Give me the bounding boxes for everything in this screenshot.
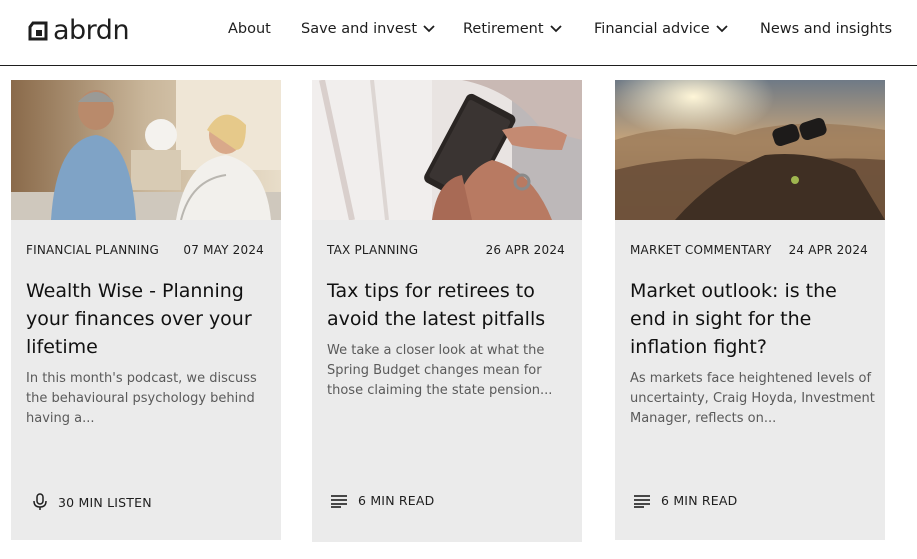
nav-news-and-insights-label: News and insights: [760, 21, 893, 37]
article-card-wealth-wise[interactable]: FINANCIAL PLANNING 07 MAY 2024 Wealth Wi…: [11, 80, 281, 540]
card-date: 07 MAY 2024: [183, 243, 264, 257]
card-title[interactable]: Market outlook: is the end in sight for …: [630, 277, 875, 361]
site-header: abrdn About Save and invest Retirement F…: [0, 0, 917, 66]
nav-save-and-invest[interactable]: Save and invest: [301, 18, 435, 40]
card-category: FINANCIAL PLANNING: [26, 243, 160, 257]
card-meta: FINANCIAL PLANNING 07 MAY 2024: [26, 243, 264, 257]
card-meta: MARKET COMMENTARY 24 APR 2024: [630, 243, 868, 257]
nav-financial-advice[interactable]: Financial advice: [594, 18, 728, 40]
card-date: 24 APR 2024: [788, 243, 868, 257]
card-duration: 6 MIN READ: [633, 493, 737, 508]
article-card-tax-tips[interactable]: TAX PLANNING 26 APR 2024 Tax tips for re…: [312, 80, 582, 542]
abrdn-logo-mark-icon: [28, 21, 48, 41]
card-excerpt: As markets face heightened levels of unc…: [630, 371, 875, 426]
article-card-market-outlook[interactable]: MARKET COMMENTARY 24 APR 2024 Market out…: [615, 80, 885, 540]
abrdn-logo[interactable]: abrdn: [27, 15, 130, 46]
microphone-icon: [33, 493, 47, 510]
card-duration-label: 6 MIN READ: [661, 493, 738, 508]
card-date: 26 APR 2024: [485, 243, 565, 257]
nav-about[interactable]: About: [228, 18, 271, 40]
card-duration: 6 MIN READ: [330, 493, 434, 508]
card-excerpt: We take a closer look at what the Spring…: [327, 343, 553, 398]
card-duration-label: 6 MIN READ: [358, 493, 435, 508]
card-category: MARKET COMMENTARY: [630, 243, 772, 257]
card-title[interactable]: Wealth Wise - Planning your finances ove…: [26, 277, 271, 361]
card-title[interactable]: Tax tips for retirees to avoid the lates…: [327, 277, 572, 333]
nav-retirement[interactable]: Retirement: [463, 18, 562, 40]
card-excerpt: In this month's podcast, we discuss the …: [26, 371, 257, 426]
nav-news-and-insights[interactable]: News and insights: [760, 18, 892, 40]
nav-save-and-invest-label: Save and invest: [301, 21, 418, 37]
nav-about-label: About: [228, 21, 271, 37]
card-category: TAX PLANNING: [327, 243, 419, 257]
logo-wordmark: abrdn: [53, 15, 130, 46]
card-meta: TAX PLANNING 26 APR 2024: [327, 243, 565, 257]
nav-retirement-label: Retirement: [463, 21, 544, 37]
article-lines-icon: [634, 494, 650, 508]
card-image-phone-hands: [312, 80, 582, 220]
article-lines-icon: [331, 494, 347, 508]
card-image-couple-planning: [11, 80, 281, 220]
card-image-binoculars-sunset: [615, 80, 885, 220]
card-duration: 30 MIN LISTEN: [32, 493, 152, 511]
chevron-down-icon: [716, 25, 728, 33]
card-duration-label: 30 MIN LISTEN: [58, 494, 152, 510]
nav-financial-advice-label: Financial advice: [594, 21, 710, 37]
chevron-down-icon: [423, 25, 435, 33]
chevron-down-icon: [549, 25, 562, 33]
